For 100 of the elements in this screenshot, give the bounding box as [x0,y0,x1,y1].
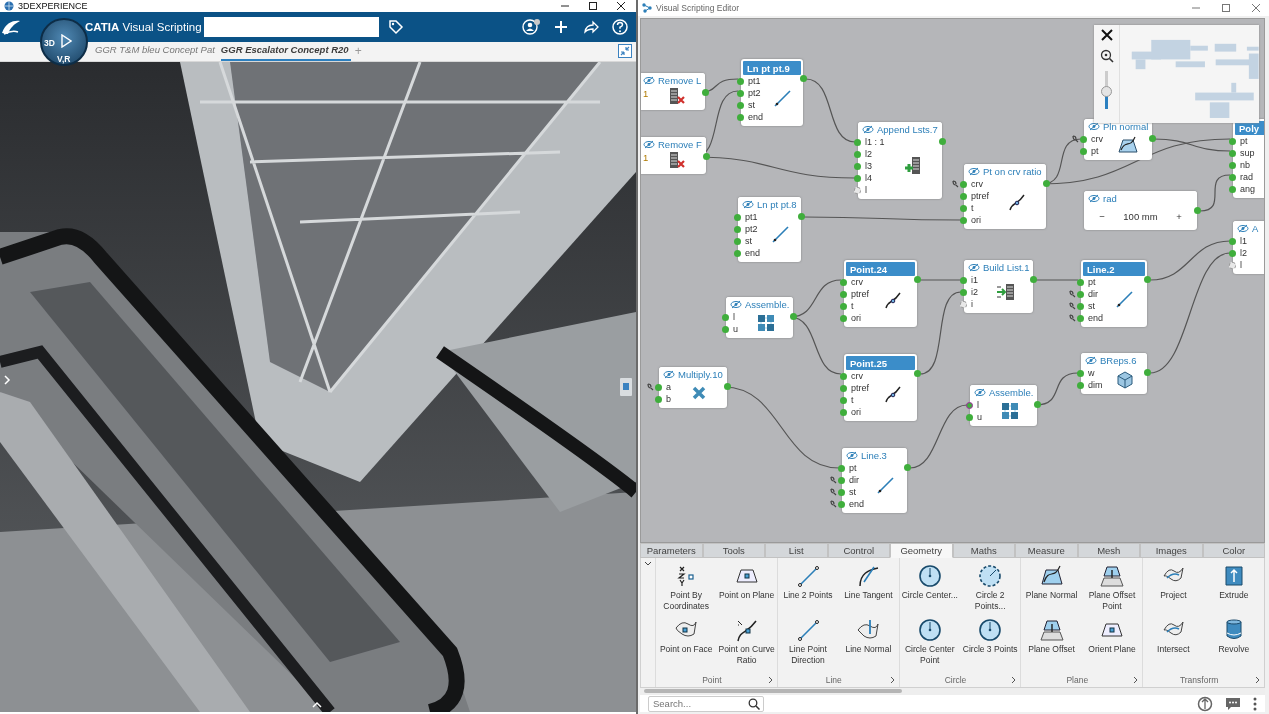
node-header[interactable]: Multiply.10 [659,367,727,381]
input-port[interactable] [737,101,744,109]
tool-button[interactable]: Point on Plane [716,564,777,618]
input-port[interactable] [1229,249,1236,257]
output-port[interactable] [1144,276,1151,283]
share-icon[interactable] [583,20,599,34]
input-port[interactable] [854,162,861,170]
input-port[interactable] [1077,314,1084,322]
close-icon[interactable] [616,1,626,11]
tool-button[interactable]: Line Normal [838,618,899,672]
output-port[interactable] [723,383,731,390]
eye-slash-icon[interactable] [1085,355,1097,365]
chevron-down-icon[interactable] [644,561,652,567]
eye-slash-icon[interactable] [663,369,675,379]
chevron-right-icon[interactable] [767,675,774,684]
eye-slash-icon[interactable] [1088,121,1100,131]
input-port[interactable] [960,300,967,308]
input-port[interactable] [737,113,744,121]
input-port[interactable] [655,383,662,391]
input-port[interactable] [960,276,967,284]
palette-tab[interactable]: List [765,543,828,558]
input-port[interactable] [655,395,662,403]
node-header[interactable]: Assemble. [970,385,1038,399]
output-port[interactable] [1194,207,1201,214]
eye-slash-icon[interactable] [968,166,980,176]
input-port[interactable] [1229,137,1236,145]
palette-tab[interactable]: Control [827,543,890,558]
node-header[interactable]: Assemble. [726,297,794,311]
input-port[interactable] [737,77,744,85]
input-port[interactable] [734,213,741,221]
input-port[interactable] [722,325,729,333]
palette-tab[interactable]: Images [1140,543,1203,558]
node-header[interactable]: Ln pt pt.9 [743,61,801,75]
input-port[interactable] [854,150,861,158]
output-port[interactable] [914,370,921,377]
input-port[interactable] [838,476,845,484]
panel-icon[interactable] [620,378,632,396]
document-tab[interactable]: GGR T&M bleu Concept Pat [95,44,217,61]
palette-tab[interactable]: Maths [952,543,1015,558]
tool-button[interactable]: Plane Offset Point [1081,564,1143,618]
user-icon[interactable] [522,18,542,36]
output-port[interactable] [1030,276,1038,283]
input-port[interactable] [854,138,861,146]
output-port[interactable] [1034,401,1042,408]
search-field[interactable] [204,17,379,37]
input-port[interactable] [734,225,741,233]
palette-tab[interactable]: Mesh [1077,543,1140,558]
eye-slash-icon[interactable] [643,139,655,149]
input-port[interactable] [960,180,967,188]
plus-icon[interactable] [554,20,568,34]
output-port[interactable] [702,89,710,96]
chat-icon[interactable] [1225,696,1241,711]
input-port[interactable] [960,192,967,200]
increment-button[interactable]: + [1176,210,1182,222]
input-port[interactable] [1080,135,1087,143]
tool-button[interactable]: Circle 2 Points... [960,564,1021,618]
chevron-right-icon[interactable] [1133,675,1140,684]
node-header[interactable]: Build List.1 [964,260,1034,274]
close-icon[interactable] [1100,29,1113,41]
output-port[interactable] [914,276,921,283]
node-header[interactable]: Point.25 [846,356,915,370]
tool-button[interactable]: Point By Coordinates [656,564,717,618]
node-header[interactable]: Remove L [641,73,706,87]
eye-slash-icon[interactable] [643,75,655,85]
eye-slash-icon[interactable] [1237,223,1249,233]
output-port[interactable] [904,464,911,471]
input-port[interactable] [966,401,973,409]
input-port[interactable] [840,384,847,392]
output-port[interactable] [1149,135,1157,142]
chevron-right-icon[interactable] [1011,675,1018,684]
input-port[interactable] [960,204,967,212]
input-port[interactable] [838,500,845,508]
eye-slash-icon[interactable] [862,124,874,134]
input-port[interactable] [840,302,847,310]
collapse-icon[interactable] [618,44,632,58]
input-port[interactable] [840,290,847,298]
input-port[interactable] [1229,161,1236,169]
tag-icon[interactable] [388,19,404,35]
tool-button[interactable]: Plane Offset [1021,618,1082,672]
input-port[interactable] [854,174,861,182]
input-port[interactable] [838,488,845,496]
eye-slash-icon[interactable] [1088,193,1100,203]
node-card[interactable]: Remove L 1 [641,73,706,110]
input-port[interactable] [1229,149,1236,157]
palette-tab[interactable]: Tools [702,543,765,558]
input-port[interactable] [840,408,847,416]
input-port[interactable] [1229,185,1236,193]
tool-button[interactable]: Extrude [1203,564,1264,618]
output-port[interactable] [800,75,807,82]
input-port[interactable] [960,216,967,224]
input-port[interactable] [840,278,847,286]
decrement-button[interactable]: − [1099,210,1105,222]
node-header[interactable]: Line.3 [842,448,907,462]
eye-slash-icon[interactable] [742,199,754,209]
node-header[interactable]: Ln pt pt.8 [738,197,801,211]
input-port[interactable] [1229,261,1236,269]
input-port[interactable] [722,313,729,321]
tool-button[interactable]: Plane Normal [1021,564,1082,618]
output-port[interactable] [938,138,946,145]
input-port[interactable] [1077,381,1084,389]
